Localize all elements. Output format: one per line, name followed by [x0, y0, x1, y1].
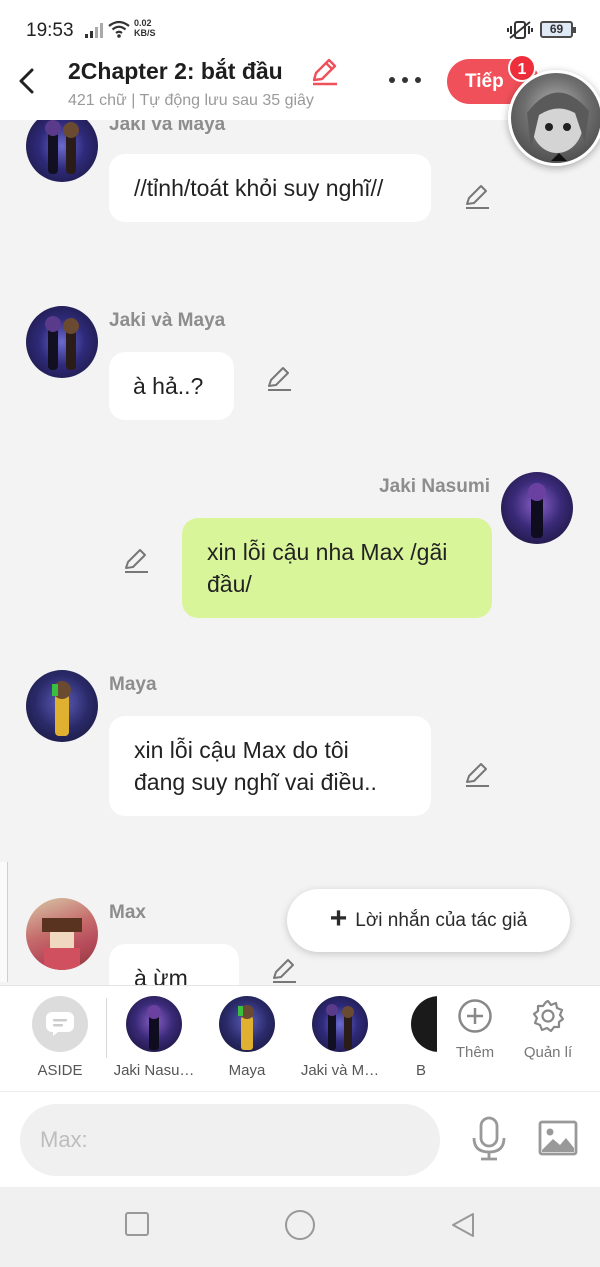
dot-icon: [389, 77, 395, 83]
edit-pencil-icon[interactable]: [265, 364, 293, 392]
manage-button[interactable]: Quản lí: [512, 998, 584, 1061]
character-selector-bar: ASIDE Jaki Nasu… Maya Jaki và M… B Thêm: [0, 985, 600, 1091]
avatar: [312, 996, 368, 1052]
character-maya[interactable]: Maya: [207, 996, 287, 1079]
back-button[interactable]: [14, 64, 42, 98]
edit-pencil-icon[interactable]: [122, 546, 150, 574]
character-icon: [528, 483, 546, 538]
chapter-title[interactable]: 2Chapter 2: bắt đầu: [68, 58, 283, 85]
character-partial[interactable]: B: [405, 996, 437, 1079]
sender-name: Jaki và Maya: [109, 120, 226, 135]
add-character-button[interactable]: Thêm: [440, 998, 510, 1061]
back-nav-icon[interactable]: [450, 1211, 476, 1239]
message-bubble[interactable]: à hả..?: [109, 352, 234, 420]
character-icon: [52, 681, 71, 736]
battery-indicator: 69: [540, 21, 576, 38]
microphone-icon[interactable]: [470, 1116, 508, 1162]
edit-pencil-icon[interactable]: [270, 956, 298, 984]
avatar[interactable]: [26, 306, 98, 378]
floating-author-avatar[interactable]: [508, 70, 600, 166]
message-input[interactable]: [20, 1104, 440, 1176]
gear-icon: [532, 999, 565, 1033]
status-bar: 19:53 0.02 KB/S 69: [0, 0, 600, 58]
message-bubble[interactable]: à ừm: [109, 944, 239, 985]
dot-icon: [415, 77, 421, 83]
system-nav-bar: [0, 1187, 600, 1267]
network-speed: 0.02 KB/S: [134, 18, 156, 38]
plus-icon: +: [329, 902, 348, 935]
dot-icon: [402, 77, 408, 83]
character-aside[interactable]: ASIDE: [20, 996, 100, 1079]
avatar[interactable]: [26, 120, 98, 182]
message-input-bar: [0, 1091, 600, 1187]
anime-girl-icon: [527, 92, 589, 161]
avatar: [219, 996, 275, 1052]
avatar[interactable]: [26, 670, 98, 742]
character-jaki-va-maya[interactable]: Jaki và M…: [297, 996, 383, 1079]
message-bubble[interactable]: //tỉnh/toát khỏi suy nghĩ//: [109, 154, 431, 222]
author-note-label: Lời nhắn của tác giả: [355, 909, 528, 931]
divider: [106, 998, 107, 1058]
image-icon[interactable]: [538, 1120, 578, 1156]
signal-icon: [85, 23, 103, 38]
sender-name: Jaki và Maya: [109, 310, 226, 331]
aside-icon: [32, 996, 88, 1052]
avatar[interactable]: [26, 898, 98, 970]
side-drawer-handle[interactable]: [0, 862, 8, 982]
character-duo-icon: [45, 316, 79, 370]
character-duo-icon: [45, 120, 79, 174]
message-bubble[interactable]: xin lỗi cậu Max do tôi đang suy nghĩ vai…: [109, 716, 431, 816]
edit-pencil-icon[interactable]: [463, 182, 491, 210]
home-icon[interactable]: [284, 1209, 316, 1241]
edit-pencil-icon[interactable]: [463, 760, 491, 788]
character-jaki-nasumi[interactable]: Jaki Nasu…: [110, 996, 198, 1079]
plus-circle-icon: [458, 999, 492, 1033]
character-icon: [42, 918, 82, 970]
author-note-button[interactable]: + Lời nhắn của tác giả: [287, 889, 570, 952]
vibrate-icon: [507, 21, 533, 39]
edit-title-icon[interactable]: [309, 56, 339, 86]
message-bubble-mine[interactable]: xin lỗi cậu nha Max /gãi đầu/: [182, 518, 492, 618]
avatar: [411, 996, 437, 1052]
wifi-icon: [108, 20, 130, 38]
chat-script-area[interactable]: Jaki và Maya //tỉnh/toát khỏi suy nghĩ//…: [0, 120, 600, 985]
recent-apps-icon[interactable]: [124, 1211, 150, 1237]
avatar[interactable]: [501, 472, 573, 544]
more-options-button[interactable]: [385, 72, 425, 88]
word-count-autosave: 421 chữ | Tự động lưu sau 35 giây: [68, 92, 314, 109]
sender-name: Maya: [109, 674, 157, 695]
sender-name: Jaki Nasumi: [379, 476, 490, 497]
avatar: [126, 996, 182, 1052]
status-time: 19:53: [26, 20, 74, 41]
sender-name: Max: [109, 902, 146, 923]
